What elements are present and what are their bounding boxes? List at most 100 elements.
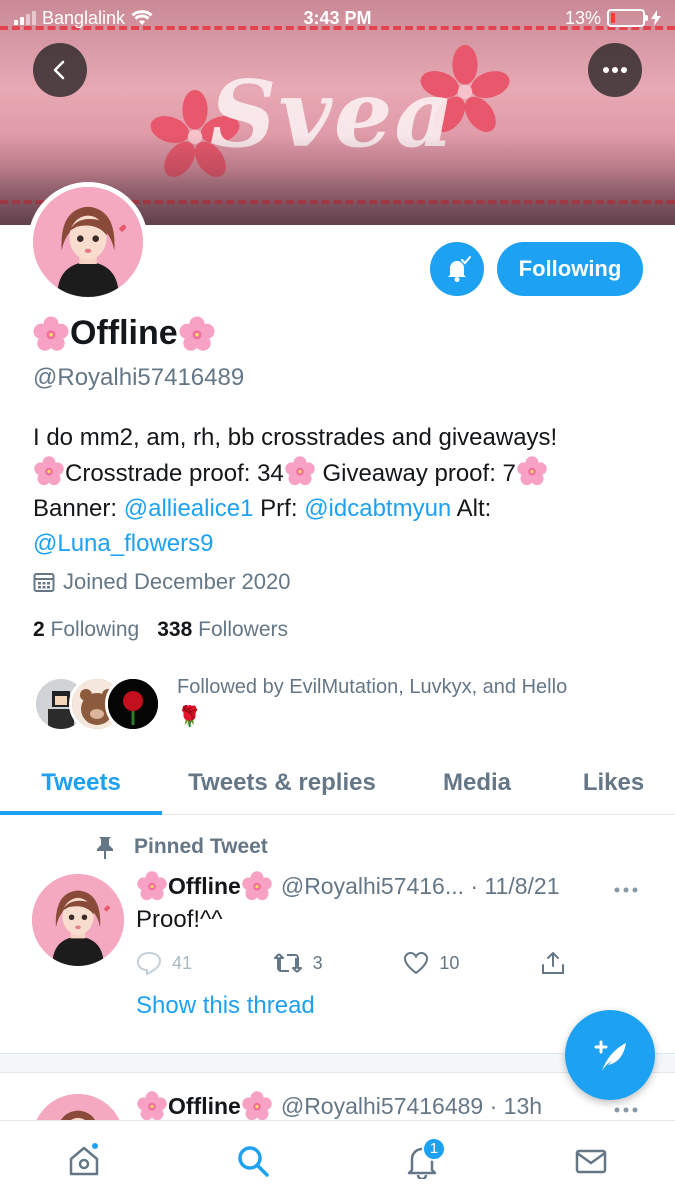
- bio-banner-label: Banner:: [33, 495, 118, 522]
- followers-count-link[interactable]: 338 Followers: [157, 618, 288, 642]
- tweet-header: Offline @Royalhi57416489 · 13h: [136, 1090, 641, 1122]
- tweet-handle-date: @Royalhi57416... · 11/8/21: [280, 872, 560, 899]
- more-horizontal-icon: [603, 67, 627, 73]
- tab-media[interactable]: Media: [402, 752, 552, 814]
- joined-text: Joined December 2020: [63, 569, 291, 594]
- tweet-author-name: Offline: [168, 872, 241, 899]
- bio-line-4: @Luna_flowers9: [33, 526, 653, 561]
- retweet-action[interactable]: 3: [273, 950, 323, 976]
- bio-giveaway: Giveaway proof: 7: [322, 460, 516, 487]
- bio-line-2: Crosstrade proof: 34 Giveaway proof: 7: [33, 455, 653, 491]
- retweet-count: 3: [312, 952, 323, 973]
- profile-avatar[interactable]: [28, 182, 148, 302]
- pin-icon: [97, 837, 113, 859]
- bio-banner-link[interactable]: @alliealice1: [124, 495, 254, 522]
- tweet-author-name: Offline: [168, 1092, 241, 1119]
- display-name: Offline: [32, 314, 216, 353]
- nav-messages[interactable]: [561, 1131, 621, 1191]
- followers-label: Followers: [198, 618, 288, 641]
- followed-by-text: Followed by EvilMutation, Luvkyx, and He…: [177, 672, 647, 732]
- bottom-navigation: 1: [0, 1120, 675, 1200]
- back-button[interactable]: [33, 43, 87, 97]
- cherry-blossom-icon: [517, 456, 547, 486]
- like-action[interactable]: 10: [403, 950, 459, 976]
- tweet-avatar[interactable]: [32, 874, 124, 966]
- status-bar: Banglalink 3:43 PM 13%: [0, 0, 675, 36]
- tweet-handle-date: @Royalhi57416489 · 13h: [280, 1092, 543, 1119]
- bio-alt-link[interactable]: @Luna_flowers9: [33, 530, 213, 557]
- following-label: Following: [50, 618, 140, 641]
- profile-handle: @Royalhi57416489: [33, 364, 245, 391]
- rose-avatar-image: [108, 679, 158, 729]
- show-thread-link[interactable]: Show this thread: [136, 992, 315, 1020]
- followed-by-names: Followed by EvilMutation, Luvkyx, and He…: [177, 676, 568, 698]
- tweet-more-button[interactable]: [613, 874, 639, 900]
- cherry-blossom-icon: [242, 1091, 272, 1121]
- notifications-badge: 1: [421, 1136, 446, 1161]
- reply-action[interactable]: 41: [136, 950, 192, 976]
- profile-bio: I do mm2, am, rh, bb crosstrades and giv…: [33, 420, 653, 561]
- battery-fill: [611, 13, 615, 23]
- compose-feather-icon: [594, 1040, 626, 1071]
- reply-count: 41: [172, 952, 193, 973]
- bio-prf-label: Prf:: [260, 495, 298, 522]
- followed-by-row[interactable]: Followed by EvilMutation, Luvkyx, and He…: [33, 672, 653, 736]
- status-right: 13%: [565, 8, 661, 29]
- following-count: 2: [33, 618, 45, 641]
- share-icon: [542, 952, 564, 974]
- cherry-blossom-icon: [34, 456, 64, 486]
- avatar-image: [33, 187, 143, 297]
- cherry-blossom-icon: [285, 456, 315, 486]
- tab-tweets-replies[interactable]: Tweets & replies: [162, 752, 402, 814]
- follower-avatar: [105, 676, 161, 732]
- nav-notifications[interactable]: 1: [392, 1131, 452, 1191]
- following-button[interactable]: Following: [497, 242, 643, 296]
- avatar-illustration: [32, 874, 124, 966]
- bio-prf-link[interactable]: @idcabtmyun: [304, 495, 451, 522]
- bell-check-icon: [448, 256, 471, 282]
- avatar-illustration: [33, 187, 143, 297]
- share-action[interactable]: [540, 950, 566, 976]
- tweet-author[interactable]: Offline: [136, 1090, 273, 1122]
- chevron-left-icon: [53, 60, 65, 80]
- pinned-label: Pinned Tweet: [134, 835, 268, 858]
- display-name-text: Offline: [70, 314, 178, 352]
- charging-icon: [651, 10, 661, 26]
- joined-date: Joined December 2020: [33, 569, 290, 595]
- cherry-blossom-icon: [242, 871, 272, 901]
- pinned-indicator: Pinned Tweet: [92, 834, 268, 860]
- bio-alt-label: Alt:: [456, 495, 492, 522]
- like-count: 10: [439, 952, 460, 973]
- calendar-icon: [33, 573, 55, 592]
- followers-count: 338: [157, 618, 193, 641]
- more-horizontal-icon: [614, 1107, 638, 1113]
- heart-icon: [404, 951, 429, 975]
- bio-crosstrade: Crosstrade proof: 34: [65, 460, 284, 487]
- wifi-icon: [131, 10, 153, 25]
- reply-icon: [136, 951, 162, 975]
- followed-by-emoji: 🌹: [177, 706, 202, 728]
- more-horizontal-icon: [614, 887, 638, 893]
- more-options-button[interactable]: [588, 43, 642, 97]
- bio-line-3: Banner: @alliealice1 Prf: @idcabtmyun Al…: [33, 491, 653, 526]
- following-count-link[interactable]: 2 Following: [33, 618, 139, 642]
- follow-counts: 2 Following 338 Followers: [33, 618, 288, 642]
- battery-icon: [607, 9, 648, 27]
- carrier-name: Banglalink: [42, 7, 126, 28]
- cherry-blossom-icon: [137, 871, 167, 901]
- retweet-icon: [273, 953, 302, 973]
- tweet-header: Offline @Royalhi57416... · 11/8/21: [136, 870, 641, 902]
- nav-home[interactable]: [54, 1131, 114, 1191]
- tab-likes[interactable]: Likes: [552, 752, 675, 814]
- compose-tweet-button[interactable]: [565, 1010, 655, 1100]
- nav-search[interactable]: [223, 1131, 283, 1191]
- tweet-author[interactable]: Offline: [136, 870, 273, 902]
- tweet-text: Proof!^^: [136, 906, 223, 933]
- battery-percent: 13%: [564, 7, 601, 28]
- cherry-blossom-icon: [33, 316, 69, 351]
- notifications-toggle-button[interactable]: [430, 242, 484, 296]
- profile-tabs: Tweets Tweets & replies Media Likes: [0, 752, 675, 815]
- home-new-dot: [90, 1140, 101, 1151]
- signal-icon: [14, 11, 36, 25]
- tab-tweets[interactable]: Tweets: [0, 752, 162, 815]
